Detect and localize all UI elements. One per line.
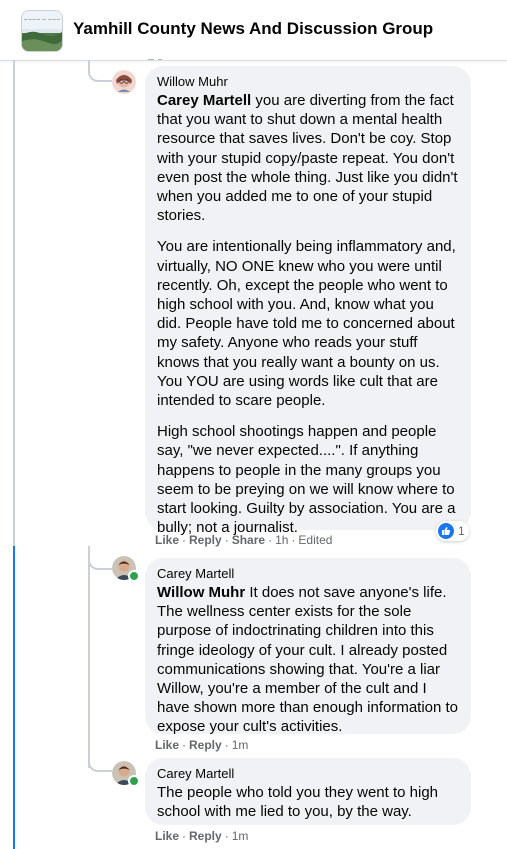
group-title[interactable]: Yamhill County News And Discussion Group	[73, 19, 433, 39]
comment-timestamp[interactable]: 1m	[232, 829, 249, 843]
partial-previous-actions	[148, 54, 188, 60]
mention-link[interactable]: Willow Muhr	[157, 584, 245, 601]
like-button[interactable]: Like	[155, 829, 179, 843]
group-avatar-icon[interactable]: ~~~~ ~ ~~~	[21, 10, 63, 52]
comment-body: The people who told you they went to hig…	[157, 784, 439, 821]
reaction-count[interactable]: 1	[436, 521, 469, 541]
reaction-number: 1	[458, 524, 465, 538]
comment-bubble: Carey Martell Willow Muhr It does not sa…	[145, 558, 471, 737]
mention-link[interactable]: Carey Martell	[157, 92, 251, 109]
reply-button[interactable]: Reply	[189, 533, 222, 547]
online-status-icon	[128, 570, 140, 582]
comment-author[interactable]: Willow Muhr	[157, 74, 459, 90]
reply-button[interactable]: Reply	[189, 738, 222, 752]
comment-actions: Like · Reply · 1m	[155, 829, 249, 843]
comment-timestamp[interactable]: 1m	[232, 738, 249, 752]
like-button[interactable]: Like	[155, 533, 179, 547]
comment-actions: Like · Reply · 1m	[155, 738, 249, 752]
like-button[interactable]: Like	[155, 738, 179, 752]
comment-body: Willow Muhr It does not save anyone's li…	[157, 583, 459, 737]
share-button[interactable]: Share	[232, 533, 265, 547]
reply-connector	[88, 746, 112, 772]
group-header: ~~~~ ~ ~~~ Yamhill County News And Discu…	[0, 0, 507, 61]
thread-line-outer	[13, 60, 15, 546]
avatar-willow-muhr[interactable]	[112, 70, 136, 94]
comment-actions: Like · Reply · Share · 1h · Edited	[155, 533, 333, 547]
comment-text: you are diverting from the fact that you…	[157, 92, 458, 225]
reply-button[interactable]: Reply	[189, 829, 222, 843]
comment-paragraph: You are intentionally being inflammatory…	[157, 238, 456, 410]
comment-bubble: Willow Muhr Carey Martell you are divert…	[145, 66, 471, 536]
comment-author[interactable]: Carey Martell	[157, 766, 459, 782]
edited-label: Edited	[298, 533, 333, 547]
comment-bubble: Carey Martell The people who told you th…	[145, 758, 471, 825]
like-reaction-icon	[438, 523, 454, 539]
comment-paragraph: High school shootings happen and people …	[157, 423, 456, 537]
comment-timestamp[interactable]: 1h	[275, 533, 288, 547]
thread-line-inner	[88, 546, 90, 768]
comment-author[interactable]: Carey Martell	[157, 566, 459, 582]
svg-text:~~~~ ~ ~~~: ~~~~ ~ ~~~	[24, 17, 61, 23]
comment-paragraph: Carey Martell you are diverting from the…	[157, 91, 459, 225]
reply-connector	[88, 546, 112, 570]
thread-line-active	[13, 546, 15, 849]
reply-connector	[88, 60, 112, 82]
online-status-icon	[128, 775, 140, 787]
comment-body: Carey Martell you are diverting from the…	[157, 91, 459, 537]
comment-text: It does not save anyone's life. The well…	[157, 584, 459, 736]
